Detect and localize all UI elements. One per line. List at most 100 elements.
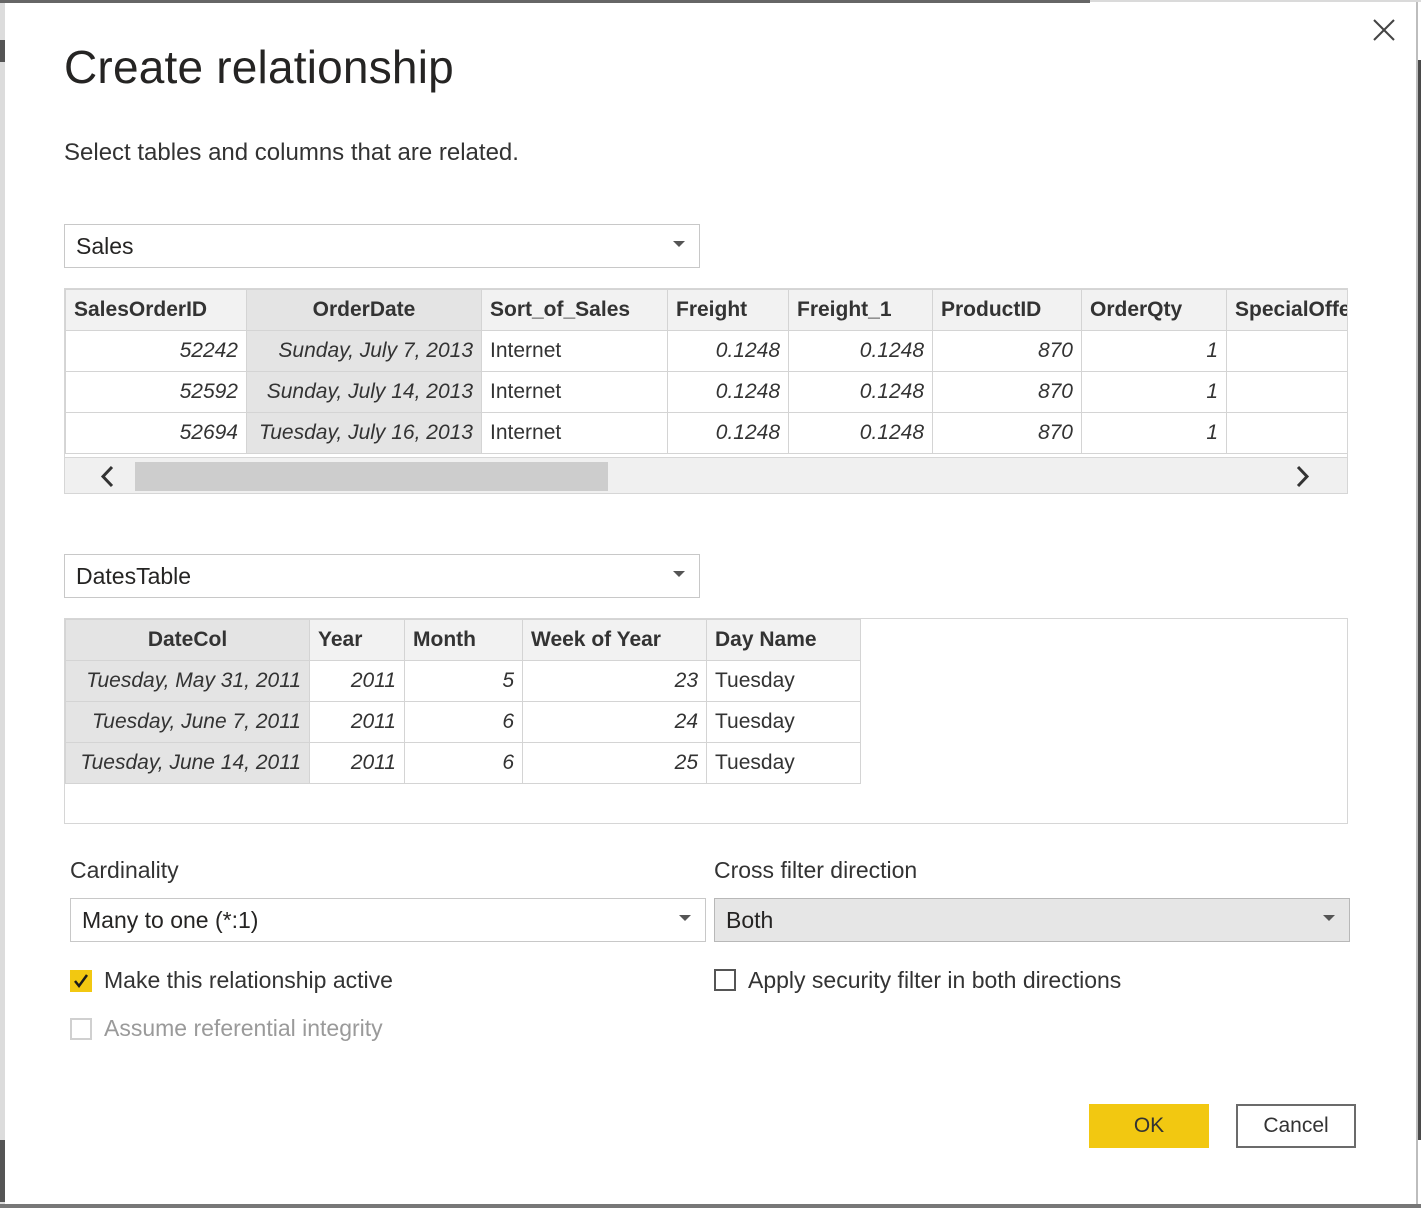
table-row: Tuesday, June 14, 2011 2011 6 25 Tuesday xyxy=(65,742,861,784)
table-cell[interactable] xyxy=(1226,371,1347,413)
table2-dropdown[interactable]: DatesTable xyxy=(64,554,700,598)
scrollbar-thumb[interactable] xyxy=(135,462,608,491)
table-cell[interactable]: Internet xyxy=(481,330,668,372)
table1-body: 52242 Sunday, July 7, 2013 Internet 0.1248 0… xyxy=(65,330,1347,454)
table-cell[interactable]: Sunday, July 7, 2013 xyxy=(246,330,482,372)
table-cell[interactable]: 23 xyxy=(522,660,707,702)
security-filter-label[interactable]: Apply security filter in both directions xyxy=(748,967,1121,994)
column-header[interactable]: OrderQty xyxy=(1081,289,1227,331)
table1-header-row: SalesOrderID OrderDate Sort_of_Sales Freigh… xyxy=(65,289,1347,331)
table-cell[interactable]: 2011 xyxy=(309,701,405,743)
column-header[interactable]: Freight xyxy=(667,289,789,331)
table-cell[interactable]: Internet xyxy=(481,371,668,413)
column-header[interactable]: Month xyxy=(404,619,523,661)
cross-filter-label: Cross filter direction xyxy=(714,857,918,883)
table-cell[interactable] xyxy=(1226,330,1347,372)
ok-button[interactable]: OK xyxy=(1089,1104,1209,1148)
dialog-title: Create relationship xyxy=(64,41,454,93)
table-cell[interactable]: 1 xyxy=(1081,412,1227,454)
chevron-left-icon xyxy=(100,465,114,488)
table-cell[interactable]: 52242 xyxy=(65,330,247,372)
table-cell[interactable]: 6 xyxy=(404,701,523,743)
table-cell[interactable]: 0.1248 xyxy=(667,371,789,413)
scroll-right-button[interactable] xyxy=(1287,462,1317,491)
window-frame-top-right xyxy=(1090,0,1421,2)
table-row: 52592 Sunday, July 14, 2013 Internet 0.1248… xyxy=(65,371,1347,413)
make-active-checkbox[interactable] xyxy=(70,970,92,992)
table-cell[interactable]: 870 xyxy=(932,330,1082,372)
cross-filter-value: Both xyxy=(726,907,774,933)
table-cell[interactable]: Internet xyxy=(481,412,668,454)
table-cell[interactable]: 0.1248 xyxy=(788,371,933,413)
table-cell[interactable]: 0.1248 xyxy=(667,330,789,372)
dialog-subtitle: Select tables and columns that are relat… xyxy=(64,139,519,166)
cardinality-value: Many to one (*:1) xyxy=(82,907,259,933)
table1-dropdown[interactable]: Sales xyxy=(64,224,700,268)
table-cell[interactable]: 1 xyxy=(1081,371,1227,413)
column-header[interactable]: Year xyxy=(309,619,405,661)
table-cell[interactable]: Tuesday xyxy=(706,701,861,743)
table1-dropdown-value: Sales xyxy=(76,233,134,259)
table-cell[interactable]: 0.1248 xyxy=(667,412,789,454)
table-cell[interactable]: 5 xyxy=(404,660,523,702)
chevron-down-icon xyxy=(1323,915,1335,921)
chevron-down-icon xyxy=(679,915,691,921)
table-cell[interactable]: Sunday, July 14, 2013 xyxy=(246,371,482,413)
checkmark-icon xyxy=(74,974,89,989)
table-cell[interactable]: 0.1248 xyxy=(788,330,933,372)
table-cell[interactable]: 870 xyxy=(932,371,1082,413)
table-cell[interactable]: 870 xyxy=(932,412,1082,454)
cardinality-label: Cardinality xyxy=(70,857,179,883)
table-cell[interactable]: 6 xyxy=(404,742,523,784)
cancel-button[interactable]: Cancel xyxy=(1236,1104,1356,1148)
table-cell[interactable]: 2011 xyxy=(309,742,405,784)
table-cell[interactable]: Tuesday xyxy=(706,742,861,784)
table-cell[interactable]: 2011 xyxy=(309,660,405,702)
window-frame-left-accent xyxy=(0,40,5,62)
column-header[interactable]: SpecialOffe xyxy=(1226,289,1347,331)
table-cell[interactable]: Tuesday, June 7, 2011 xyxy=(65,701,310,743)
table-row: 52694 Tuesday, July 16, 2013 Internet 0.124… xyxy=(65,412,1347,454)
table-cell[interactable]: Tuesday, June 14, 2011 xyxy=(65,742,310,784)
security-filter-checkbox[interactable] xyxy=(714,969,736,991)
table-cell[interactable]: 0.1248 xyxy=(788,412,933,454)
cardinality-dropdown[interactable]: Many to one (*:1) xyxy=(70,898,706,942)
table2-dropdown-value: DatesTable xyxy=(76,563,192,589)
make-active-label[interactable]: Make this relationship active xyxy=(104,967,393,994)
column-header[interactable]: Freight_1 xyxy=(788,289,933,331)
window-frame-top xyxy=(0,0,1090,3)
cross-filter-dropdown[interactable]: Both xyxy=(714,898,1350,942)
column-header[interactable]: Day Name xyxy=(706,619,861,661)
table-cell[interactable]: Tuesday xyxy=(706,660,861,702)
table2-preview-grid[interactable]: DateCol Year Month Week of Year Day Name Tue… xyxy=(64,618,1348,824)
table-cell[interactable]: Tuesday, May 31, 2011 xyxy=(65,660,310,702)
column-header[interactable]: Sort_of_Sales xyxy=(481,289,668,331)
window-frame-left-accent-bottom xyxy=(0,1140,5,1202)
column-header[interactable]: DateCol xyxy=(65,619,310,661)
column-header[interactable]: OrderDate xyxy=(246,289,482,331)
window-frame-bottom xyxy=(0,1204,1421,1208)
table-cell[interactable]: 52694 xyxy=(65,412,247,454)
table1-preview-grid[interactable]: SalesOrderID OrderDate Sort_of_Sales Freigh… xyxy=(64,288,1348,494)
table-row: 52242 Sunday, July 7, 2013 Internet 0.1248 0… xyxy=(65,330,1347,372)
table1-horizontal-scrollbar[interactable] xyxy=(65,457,1347,493)
table-cell[interactable]: Tuesday, July 16, 2013 xyxy=(246,412,482,454)
window-frame-left xyxy=(0,3,5,1204)
referential-integrity-checkbox xyxy=(70,1018,92,1040)
table-cell[interactable] xyxy=(1226,412,1347,454)
table-cell[interactable]: 24 xyxy=(522,701,707,743)
table-row: Tuesday, May 31, 2011 2011 5 23 Tuesday xyxy=(65,660,861,702)
table-cell[interactable]: 52592 xyxy=(65,371,247,413)
scroll-left-button[interactable] xyxy=(93,462,123,491)
table-cell[interactable]: 1 xyxy=(1081,330,1227,372)
close-button[interactable] xyxy=(1370,16,1398,44)
table2-header-row: DateCol Year Month Week of Year Day Name xyxy=(65,619,861,661)
table2-body: Tuesday, May 31, 2011 2011 5 23 Tuesday Tuesd… xyxy=(65,660,861,784)
table-cell[interactable]: 25 xyxy=(522,742,707,784)
chevron-down-icon xyxy=(673,571,685,577)
chevron-down-icon xyxy=(673,241,685,247)
column-header[interactable]: SalesOrderID xyxy=(65,289,247,331)
chevron-right-icon xyxy=(1296,465,1310,488)
column-header[interactable]: ProductID xyxy=(932,289,1082,331)
column-header[interactable]: Week of Year xyxy=(522,619,707,661)
